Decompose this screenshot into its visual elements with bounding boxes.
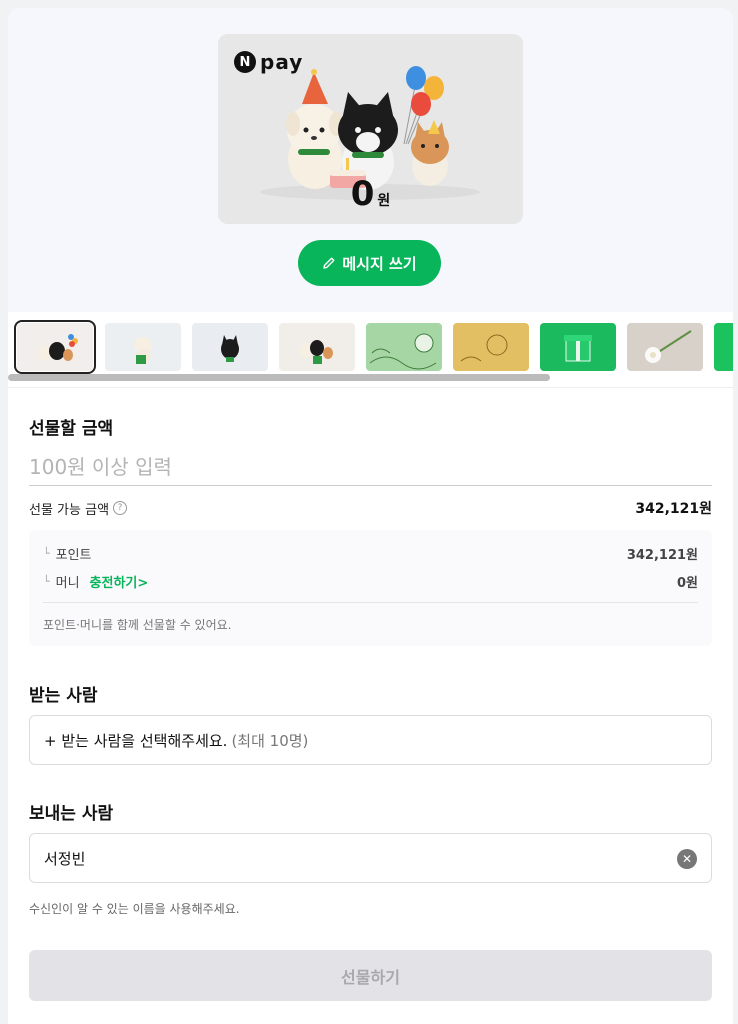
points-label-wrap: └ 포인트 [43, 544, 92, 563]
points-label: 포인트 [55, 548, 92, 563]
points-value: 342,121원 [626, 548, 698, 563]
thumbnail-white-flower[interactable] [627, 323, 703, 371]
thumbnail-green-giftbox-image [540, 323, 616, 371]
npay-badge-icon: N [234, 51, 256, 73]
thumbnail-characters-party-image [17, 323, 93, 371]
thumbnail-gold-illustration-image [453, 323, 529, 371]
sender-hint: 수신인이 알 수 있는 이름을 사용해주세요. [29, 902, 240, 916]
card-amount-unit: 원 [377, 193, 391, 209]
npay-logo: N pay [234, 50, 303, 74]
available-amount-value: 342,121원 [635, 501, 712, 517]
sender-section-title: 보내는 사람 [29, 804, 114, 824]
thumbnail-characters-gift-image [279, 323, 355, 371]
money-label: 머니 [55, 576, 80, 591]
npay-brand-text: pay [260, 50, 304, 74]
tree-branch-icon: └ [43, 547, 50, 560]
chevron-right-icon: > [137, 576, 149, 591]
write-message-label: 메시지 쓰기 [342, 254, 417, 273]
money-label-wrap: └ 머니 충전하기> [43, 572, 148, 591]
thumbnail-characters-party[interactable] [14, 320, 96, 374]
sender-name-value: 서정빈 [44, 849, 86, 868]
divider [43, 602, 698, 603]
money-value: 0원 [676, 576, 698, 591]
thumbnail-bear-gift-image [105, 323, 181, 371]
recipient-select-field[interactable]: + 받는 사람을 선택해주세요. (최대 10명) [29, 715, 712, 765]
card-design-carousel[interactable] [8, 312, 733, 388]
thumbnail-white-flower-image [627, 323, 703, 371]
balance-note: 포인트·머니를 함께 선물할 수 있어요. [43, 618, 232, 632]
recipient-max-text: (최대 10명) [231, 731, 309, 750]
available-amount-row: 선물 가능 금액 ? 342,121원 [29, 498, 712, 518]
recipient-section-title: 받는 사람 [29, 686, 98, 706]
write-message-button[interactable]: 메시지 쓰기 [298, 240, 441, 286]
amount-input[interactable] [29, 448, 712, 486]
points-row: └ 포인트 342,121원 [43, 544, 698, 563]
tree-branch-icon: └ [43, 575, 50, 588]
card-amount: 0원 [218, 174, 523, 214]
charge-link-label: 충전하기 [89, 576, 138, 591]
pencil-icon [323, 257, 335, 269]
clear-icon[interactable]: ✕ [677, 849, 697, 869]
thumbnail-cat-sitting-image [192, 323, 268, 371]
carousel-scrollbar[interactable] [8, 374, 550, 381]
thumbnail-cat-sitting[interactable] [192, 323, 268, 371]
thumbnail-gold-illustration[interactable] [453, 323, 529, 371]
available-amount-label: 선물 가능 금액 [29, 502, 110, 518]
thumbnail-green-illustration[interactable] [366, 323, 442, 371]
sender-name-field[interactable]: 서정빈 ✕ [29, 833, 712, 883]
charge-link[interactable]: 충전하기> [90, 572, 149, 591]
thumbnail-green-giftbox[interactable] [540, 323, 616, 371]
card-amount-number: 0 [350, 174, 375, 214]
gift-panel: N pay 0원 메시지 쓰기 선물할 금액 100원 이상 입력 선물 가능 … [8, 8, 733, 1024]
thumbnail-green-illustration-image [366, 323, 442, 371]
thumbnail-bear-gift[interactable] [105, 323, 181, 371]
money-row: └ 머니 충전하기> 0원 [43, 572, 698, 591]
balance-breakdown-box: └ 포인트 342,121원 └ 머니 충전하기> 0원 포인트·머니를 함께 … [29, 530, 712, 646]
help-icon[interactable]: ? [113, 501, 128, 515]
thumbnail-characters-gift[interactable] [279, 323, 355, 371]
recipient-add-text: + 받는 사람을 선택해주세요. [44, 731, 228, 750]
gift-card: N pay 0원 [218, 34, 523, 224]
thumbnail-green-partial[interactable] [714, 323, 733, 371]
send-gift-button[interactable]: 선물하기 [29, 950, 712, 1001]
thumbnail-green-partial-image [714, 323, 733, 371]
available-amount-label-wrap: 선물 가능 금액 ? [29, 499, 128, 518]
amount-section-title: 선물할 금액 [29, 419, 114, 439]
card-preview-area: N pay 0원 메시지 쓰기 [8, 8, 733, 312]
